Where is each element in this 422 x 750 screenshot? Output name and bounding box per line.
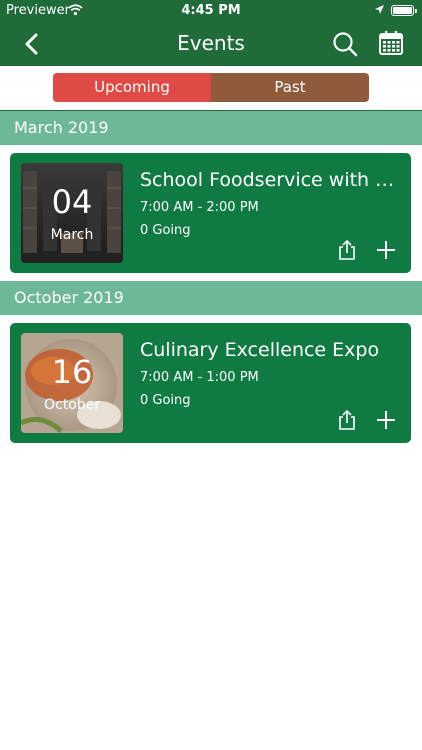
section-header-october-2019: October 2019 <box>0 281 422 315</box>
event-month: October <box>43 397 101 413</box>
share-icon[interactable] <box>336 239 358 261</box>
tab-past[interactable]: Past <box>211 73 369 102</box>
share-icon[interactable] <box>336 409 358 431</box>
tab-upcoming[interactable]: Upcoming <box>53 73 211 102</box>
event-time: 7:00 AM - 2:00 PM <box>140 200 259 215</box>
event-thumbnail: 16 October <box>21 333 123 433</box>
section-header-march-2019: March 2019 <box>0 111 422 145</box>
event-day: 16 <box>51 353 93 391</box>
clock: 4:45 PM <box>181 3 241 18</box>
event-day: 04 <box>51 183 93 221</box>
event-title: School Foodservice with a… <box>140 169 398 191</box>
add-icon[interactable] <box>376 410 396 430</box>
nav-bar: Events <box>0 22 422 66</box>
upcoming-past-segmented-control: Upcoming Past <box>53 73 369 102</box>
event-going-count: 0 Going <box>140 393 191 408</box>
search-icon[interactable] <box>331 30 359 58</box>
calendar-icon[interactable] <box>377 29 405 57</box>
event-title: Culinary Excellence Expo <box>140 339 380 361</box>
top-bar: Previewer 4:45 PM Events <box>0 0 422 66</box>
event-going-count: 0 Going <box>140 223 191 238</box>
event-month: March <box>50 227 94 243</box>
status-bar: Previewer 4:45 PM <box>0 0 422 22</box>
battery-icon <box>391 5 417 16</box>
location-arrow-icon <box>375 5 384 14</box>
event-card[interactable]: 04 March School Foodservice with a… 7:00… <box>10 153 411 273</box>
event-card[interactable]: 16 October Culinary Excellence Expo 7:00… <box>10 323 411 443</box>
event-thumbnail: 04 March <box>21 163 123 263</box>
add-icon[interactable] <box>376 240 396 260</box>
event-time: 7:00 AM - 1:00 PM <box>140 370 259 385</box>
